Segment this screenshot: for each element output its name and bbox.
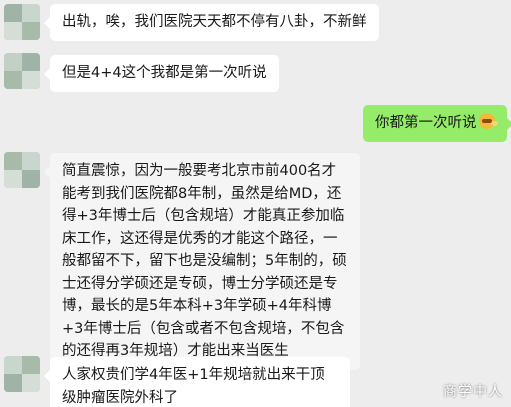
message-text: 出轨，唉，我们医院天天都不停有八卦，不新鲜 (62, 14, 367, 30)
message-bubble[interactable]: 但是4+4这个我都是第一次听说 (44, 55, 279, 92)
message-bubble-self[interactable]: 你都第一次听说 (363, 105, 511, 142)
grimace-emoji-icon (478, 113, 498, 129)
contact-avatar[interactable] (4, 4, 40, 40)
contact-avatar[interactable] (4, 53, 40, 89)
message-bubble[interactable]: 出轨，唉，我们医院天天都不停有八卦，不新鲜 (44, 4, 379, 41)
watermark: 商学中人 (443, 384, 503, 400)
message-text: 但是4+4这个我都是第一次听说 (62, 65, 267, 81)
message-bubble[interactable]: 简直震惊，因为一般要考北京市前400名才能考到我们医院都8年制，虽然是给MD，还… (44, 153, 360, 370)
message-text: 人家权贵们学4年医+1年规培就出来干顶级肿瘤医院外科了 (62, 367, 325, 406)
contact-avatar[interactable] (4, 356, 40, 392)
message-bubble[interactable]: 人家权贵们学4年医+1年规培就出来干顶级肿瘤医院外科了 (44, 357, 350, 407)
message-text: 简直震惊，因为一般要考北京市前400名才能考到我们医院都8年制，虽然是给MD，还… (62, 163, 347, 359)
contact-avatar[interactable] (4, 152, 40, 188)
message-text: 你都第一次听说 (375, 115, 477, 131)
